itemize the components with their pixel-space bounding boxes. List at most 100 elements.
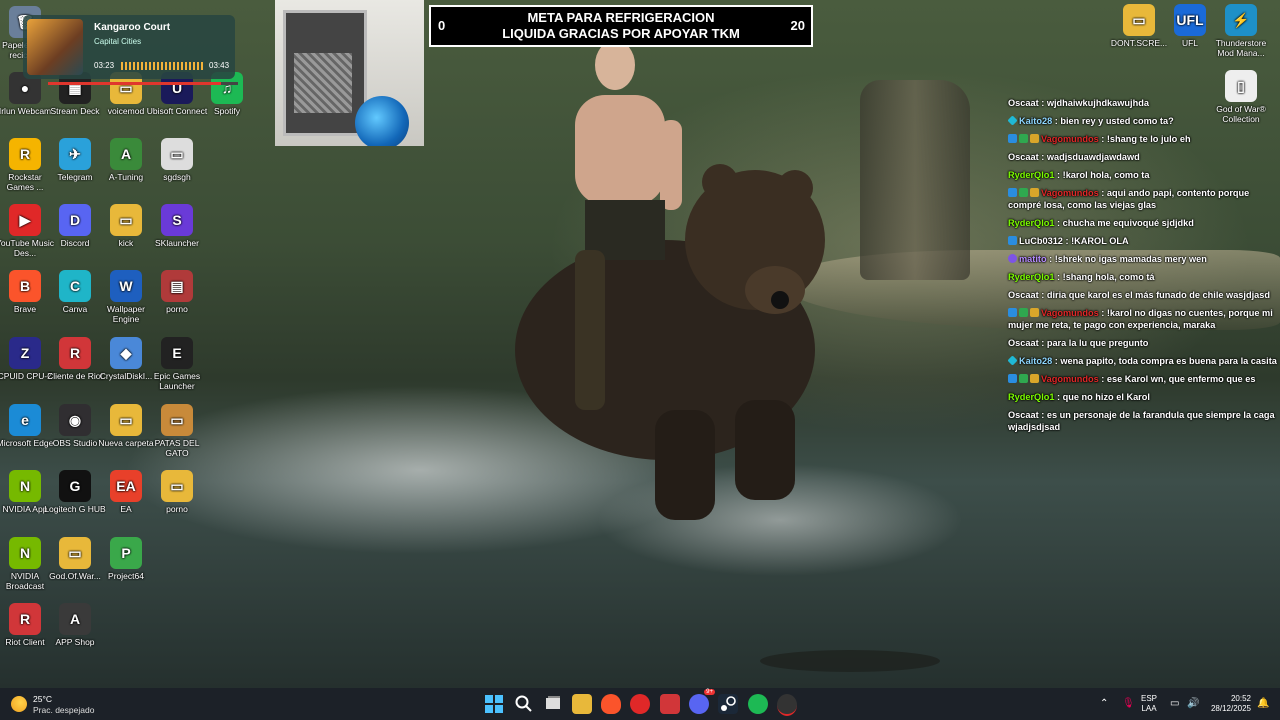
chat-text: !shang te lo julo eh <box>1106 134 1191 144</box>
task-view-icon[interactable] <box>543 694 563 714</box>
chat-separator: : <box>1054 272 1063 282</box>
goal-target: 20 <box>790 18 805 33</box>
notifications-icon[interactable]: 🔔 <box>1257 698 1269 709</box>
chat-text: !shang hola, como tá <box>1062 272 1155 282</box>
app-icon: ▭ <box>59 537 91 569</box>
chat-message: Oscaat : wadjsduawdjawdawd <box>1008 151 1280 163</box>
chat-text: para la lu que pregunto <box>1046 338 1149 348</box>
desktop-icon-label: PATAS DEL GATO <box>154 438 200 458</box>
steam-taskbar-icon[interactable] <box>718 694 738 714</box>
lang-secondary: LAA <box>1141 704 1157 713</box>
desktop-icon[interactable]: ▭ sgdsgh <box>146 138 208 182</box>
webcam-pc-case <box>283 10 367 136</box>
stream-goal-bar: 0 META PARA REFRIGERACION LIQUIDA GRACIA… <box>429 5 813 47</box>
progress-bar[interactable] <box>48 82 238 85</box>
lang-primary: ESP <box>1141 694 1158 703</box>
microphone-icon[interactable]: 🎙 <box>1122 698 1135 709</box>
chat-badge-gem-icon <box>1007 115 1018 126</box>
app-icon: ▭ <box>161 470 193 502</box>
chat-badge-blue-icon <box>1008 236 1017 245</box>
app-icon: N <box>9 537 41 569</box>
app-icon: N <box>9 470 41 502</box>
stream-chat-overlay: Oscaat : wjdhaiwkujhdkawujhda Kaito28 : b… <box>1005 97 1280 517</box>
weather-icon[interactable] <box>11 696 27 712</box>
app-icon: D <box>59 204 91 236</box>
desktop-icon[interactable]: P Project64 <box>95 537 157 581</box>
chat-badge-mod-icon <box>1019 134 1028 143</box>
file-explorer-icon[interactable] <box>572 694 592 714</box>
chat-separator: : <box>1062 236 1072 246</box>
desktop-icon-label: sgdsgh <box>163 172 191 182</box>
chat-username: Vagomundos <box>1041 188 1099 198</box>
app-icon: A <box>110 138 142 170</box>
chat-text: chucha me equivoqué sjdjdkd <box>1062 218 1194 228</box>
weather-temp[interactable]: 25°C <box>33 694 52 704</box>
chat-text: !karol hola, como ta <box>1062 170 1150 180</box>
chat-message: RyderQlo1 : que no hizo el Karol <box>1008 391 1280 403</box>
app-icon: R <box>59 337 91 369</box>
chevron-up-icon[interactable]: ⌃ <box>1100 698 1108 709</box>
chat-separator: : <box>1098 374 1107 384</box>
language-indicator[interactable]: ESP LAA <box>1141 694 1157 714</box>
chat-message: Oscaat : es un personaje de la farandula… <box>1008 409 1280 433</box>
app-icon: R <box>9 603 41 635</box>
app-icon: ▶ <box>9 204 41 236</box>
youtube-music-taskbar-icon[interactable] <box>630 694 650 714</box>
now-playing-widget[interactable]: Kangaroo Court Capital Cities 03:23 03:4… <box>23 15 238 85</box>
clock-date: 28/12/2025 <box>1210 704 1251 713</box>
chat-separator: : <box>1038 98 1047 108</box>
chat-badge-mod-icon <box>1019 188 1028 197</box>
app-icon: Z <box>9 337 41 369</box>
desktop-icon[interactable]: ⚡ Thunderstore Mod Mana... <box>1210 4 1272 58</box>
chat-username: matito <box>1019 254 1047 264</box>
app-icon: ▭ <box>161 404 193 436</box>
chat-message: RyderQlo1 : !shang hola, como tá <box>1008 271 1280 283</box>
chat-badge-blue-icon <box>1008 308 1017 317</box>
desktop-icon[interactable]: A APP Shop <box>44 603 106 647</box>
spotify-taskbar-icon[interactable] <box>748 694 768 714</box>
obs-taskbar-icon[interactable] <box>777 694 797 716</box>
riot-taskbar-icon[interactable] <box>660 694 680 714</box>
wallpaper-rider <box>575 40 682 410</box>
chat-username: RyderQlo1 <box>1008 392 1055 402</box>
chat-message: Vagomundos : !karol no digas no cuentes,… <box>1008 307 1280 331</box>
chat-username: RyderQlo1 <box>1008 272 1055 282</box>
chat-badge-blue-icon <box>1008 374 1017 383</box>
desktop-icon[interactable]: ▤ porno <box>146 270 208 314</box>
app-icon: A <box>59 603 91 635</box>
chat-message: Kaito28 : bien rey y usted como ta? <box>1007 115 1280 127</box>
app-icon: R <box>9 138 41 170</box>
chat-username: Oscaat <box>1008 338 1039 348</box>
app-icon: B <box>9 270 41 302</box>
discord-badge: 9+ <box>704 689 715 695</box>
track-artist: Capital Cities <box>94 37 142 46</box>
desktop-icon-label: Epic Games Launcher <box>153 371 201 391</box>
chat-message: Vagomundos : ese Karol wn, que enfermo q… <box>1008 373 1280 385</box>
chat-username: Kaito28 <box>1019 356 1053 366</box>
desktop-icon[interactable]: E Epic Games Launcher <box>146 337 208 391</box>
desktop-icon-label: Spotify <box>214 106 240 116</box>
chat-separator: : <box>1054 170 1063 180</box>
chat-badge-gem-icon <box>1007 355 1018 366</box>
goal-title-line1: META PARA REFRIGERACION <box>527 10 715 25</box>
chat-separator: : <box>1098 134 1107 144</box>
desktop-icon[interactable]: S SKlauncher <box>146 204 208 248</box>
desktop-icon[interactable]: ▭ PATAS DEL GATO <box>146 404 208 458</box>
chat-message: Vagomundos : aqui ando papi, contento po… <box>1008 187 1280 211</box>
progress-fill <box>48 82 221 85</box>
chat-text: que no hizo el Karol <box>1062 392 1150 402</box>
chat-message: Vagomundos : !shang te lo julo eh <box>1008 133 1280 145</box>
volume-icon[interactable]: 🔊 <box>1187 698 1199 709</box>
network-icon[interactable]: ▭ <box>1170 698 1179 709</box>
chat-separator: : <box>1038 410 1047 420</box>
clock[interactable]: 20:52 28/12/2025 <box>1205 694 1251 714</box>
search-icon[interactable] <box>514 694 534 714</box>
weather-desc[interactable]: Prac. despejado <box>33 705 94 715</box>
chat-badge-gold-icon <box>1030 188 1039 197</box>
chat-text: ese Karol wn, que enfermo que es <box>1106 374 1256 384</box>
start-icon[interactable] <box>484 694 504 714</box>
app-icon: ◉ <box>59 404 91 436</box>
desktop-icon[interactable]: ▭ porno <box>146 470 208 514</box>
brave-taskbar-icon[interactable] <box>601 694 621 714</box>
discord-taskbar-icon[interactable]: 9+ <box>689 689 715 714</box>
